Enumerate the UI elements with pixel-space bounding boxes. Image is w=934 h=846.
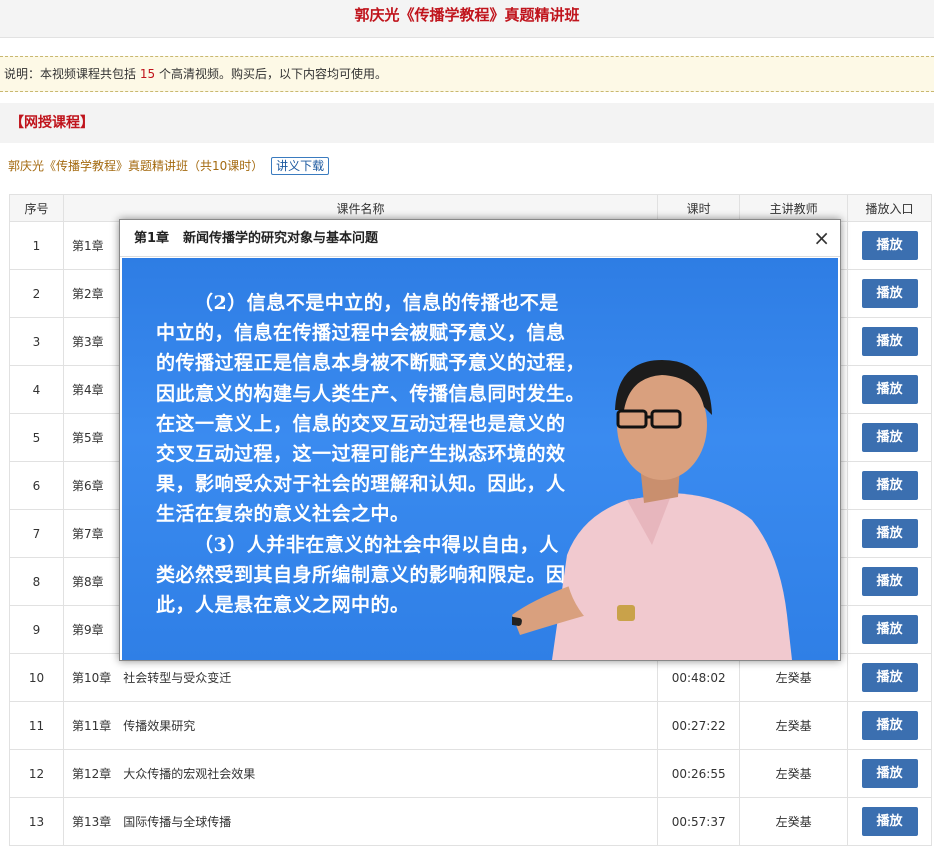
- play-button[interactable]: 播放: [861, 423, 918, 452]
- play-cell: 播放: [847, 413, 932, 462]
- close-icon[interactable]: ×: [813, 220, 830, 257]
- play-button[interactable]: 播放: [861, 231, 918, 260]
- row-number: 3: [9, 317, 64, 366]
- video-player-dialog: 第1章 新闻传播学的研究对象与基本问题 × （2）信息不是中立的，信息的传播也不是…: [119, 219, 841, 661]
- lesson-title: 国际传播与全球传播: [123, 815, 232, 829]
- row-number: 10: [9, 653, 64, 702]
- play-button[interactable]: 播放: [861, 327, 918, 356]
- lesson-chapter: 第10章: [71, 671, 112, 685]
- page-title: 郭庆光《传播学教程》真题精讲班: [0, 0, 934, 38]
- lesson-chapter: 第1章: [71, 239, 104, 253]
- lesson-duration: 00:57:37: [657, 797, 741, 846]
- play-button[interactable]: 播放: [861, 615, 918, 644]
- row-number: 8: [9, 557, 64, 606]
- play-cell: 播放: [847, 605, 932, 654]
- lesson-name: 第13章 国际传播与全球传播: [62, 797, 659, 846]
- lesson-chapter: 第11章: [71, 719, 112, 733]
- lesson-teacher: 左癸基: [739, 701, 848, 750]
- play-cell: 播放: [847, 797, 932, 846]
- dialog-title: 新闻传播学的研究对象与基本问题: [183, 231, 379, 246]
- lesson-chapter: 第6章: [71, 479, 104, 493]
- play-cell: 播放: [847, 557, 932, 606]
- lecturer-figure: [512, 360, 792, 660]
- lesson-chapter: 第13章: [71, 815, 112, 829]
- lesson-chapter: 第9章: [71, 623, 104, 637]
- lesson-duration: 00:26:55: [657, 749, 741, 798]
- play-button[interactable]: 播放: [861, 471, 918, 500]
- play-button[interactable]: 播放: [861, 759, 918, 788]
- header-no: 序号: [9, 194, 64, 222]
- row-number: 6: [9, 461, 64, 510]
- lesson-teacher: 左癸基: [739, 797, 848, 846]
- header-play: 播放入口: [847, 194, 932, 222]
- lesson-name: 第12章 大众传播的宏观社会效果: [62, 749, 659, 798]
- play-button[interactable]: 播放: [861, 663, 918, 692]
- row-number: 11: [9, 701, 64, 750]
- play-cell: 播放: [847, 701, 932, 750]
- row-number: 7: [9, 509, 64, 558]
- play-cell: 播放: [847, 509, 932, 558]
- row-number: 4: [9, 365, 64, 414]
- row-number: 5: [9, 413, 64, 462]
- play-cell: 播放: [847, 365, 932, 414]
- play-cell: 播放: [847, 653, 932, 702]
- lesson-teacher: 左癸基: [739, 749, 848, 798]
- row-number: 1: [9, 221, 64, 270]
- lesson-chapter: 第2章: [71, 287, 104, 301]
- handout-download-button[interactable]: 讲义下载: [271, 157, 330, 175]
- dialog-header: 第1章 新闻传播学的研究对象与基本问题 ×: [120, 220, 840, 257]
- table-row: 11 第11章 传播效果研究 00:27:22 左癸基 播放: [9, 701, 932, 750]
- notice-suffix: 个高清视频。购买后，以下内容均可使用。: [158, 67, 387, 81]
- header-teacher: 主讲教师: [739, 194, 848, 222]
- dialog-chapter: 第1章: [134, 231, 170, 246]
- play-button[interactable]: 播放: [861, 279, 918, 308]
- course-page: 郭庆光《传播学教程》真题精讲班 说明：本视频课程共包括 15 个高清视频。购买后…: [0, 0, 934, 846]
- row-number: 12: [9, 749, 64, 798]
- course-name: 郭庆光《传播学教程》真题精讲班（共10课时）: [8, 159, 264, 173]
- play-cell: 播放: [847, 461, 932, 510]
- play-cell: 播放: [847, 269, 932, 318]
- header-name: 课件名称: [62, 194, 659, 222]
- course-info: 郭庆光《传播学教程》真题精讲班（共10课时） 讲义下载: [8, 156, 330, 176]
- slide-line: （2）信息不是中立的，信息的传播也不是: [194, 292, 559, 314]
- table-header-row: 序号 课件名称 课时 主讲教师 播放入口: [9, 194, 932, 222]
- lesson-chapter: 第7章: [71, 527, 104, 541]
- row-number: 9: [9, 605, 64, 654]
- header-duration: 课时: [657, 194, 741, 222]
- table-row: 12 第12章 大众传播的宏观社会效果 00:26:55 左癸基 播放: [9, 749, 932, 798]
- lesson-chapter: 第3章: [71, 335, 104, 349]
- lesson-name: 第11章 传播效果研究: [62, 701, 659, 750]
- lesson-duration: 00:27:22: [657, 701, 741, 750]
- video-frame[interactable]: （2）信息不是中立的，信息的传播也不是 中立的，信息在传播过程中会被赋予意义，信息…: [122, 258, 838, 660]
- play-button[interactable]: 播放: [861, 807, 918, 836]
- row-number: 2: [9, 269, 64, 318]
- lesson-title: 大众传播的宏观社会效果: [123, 767, 256, 781]
- play-button[interactable]: 播放: [861, 711, 918, 740]
- row-number: 13: [9, 797, 64, 846]
- play-cell: 播放: [847, 749, 932, 798]
- play-cell: 播放: [847, 317, 932, 366]
- table-row: 13 第13章 国际传播与全球传播 00:57:37 左癸基 播放: [9, 797, 932, 846]
- lesson-chapter: 第12章: [71, 767, 112, 781]
- notice-video-count: 15: [139, 67, 156, 81]
- course-notice: 说明：本视频课程共包括 15 个高清视频。购买后，以下内容均可使用。: [0, 56, 934, 92]
- lesson-chapter: 第8章: [71, 575, 104, 589]
- play-button[interactable]: 播放: [861, 567, 918, 596]
- lesson-chapter: 第5章: [71, 431, 104, 445]
- play-button[interactable]: 播放: [861, 375, 918, 404]
- lesson-title: 传播效果研究: [123, 719, 196, 733]
- lesson-chapter: 第4章: [71, 383, 104, 397]
- lesson-title: 社会转型与受众变迁: [123, 671, 232, 685]
- section-title: 【网授课程】: [0, 103, 934, 143]
- play-button[interactable]: 播放: [861, 519, 918, 548]
- notice-prefix: 说明：本视频课程共包括: [4, 67, 137, 81]
- play-cell: 播放: [847, 221, 932, 270]
